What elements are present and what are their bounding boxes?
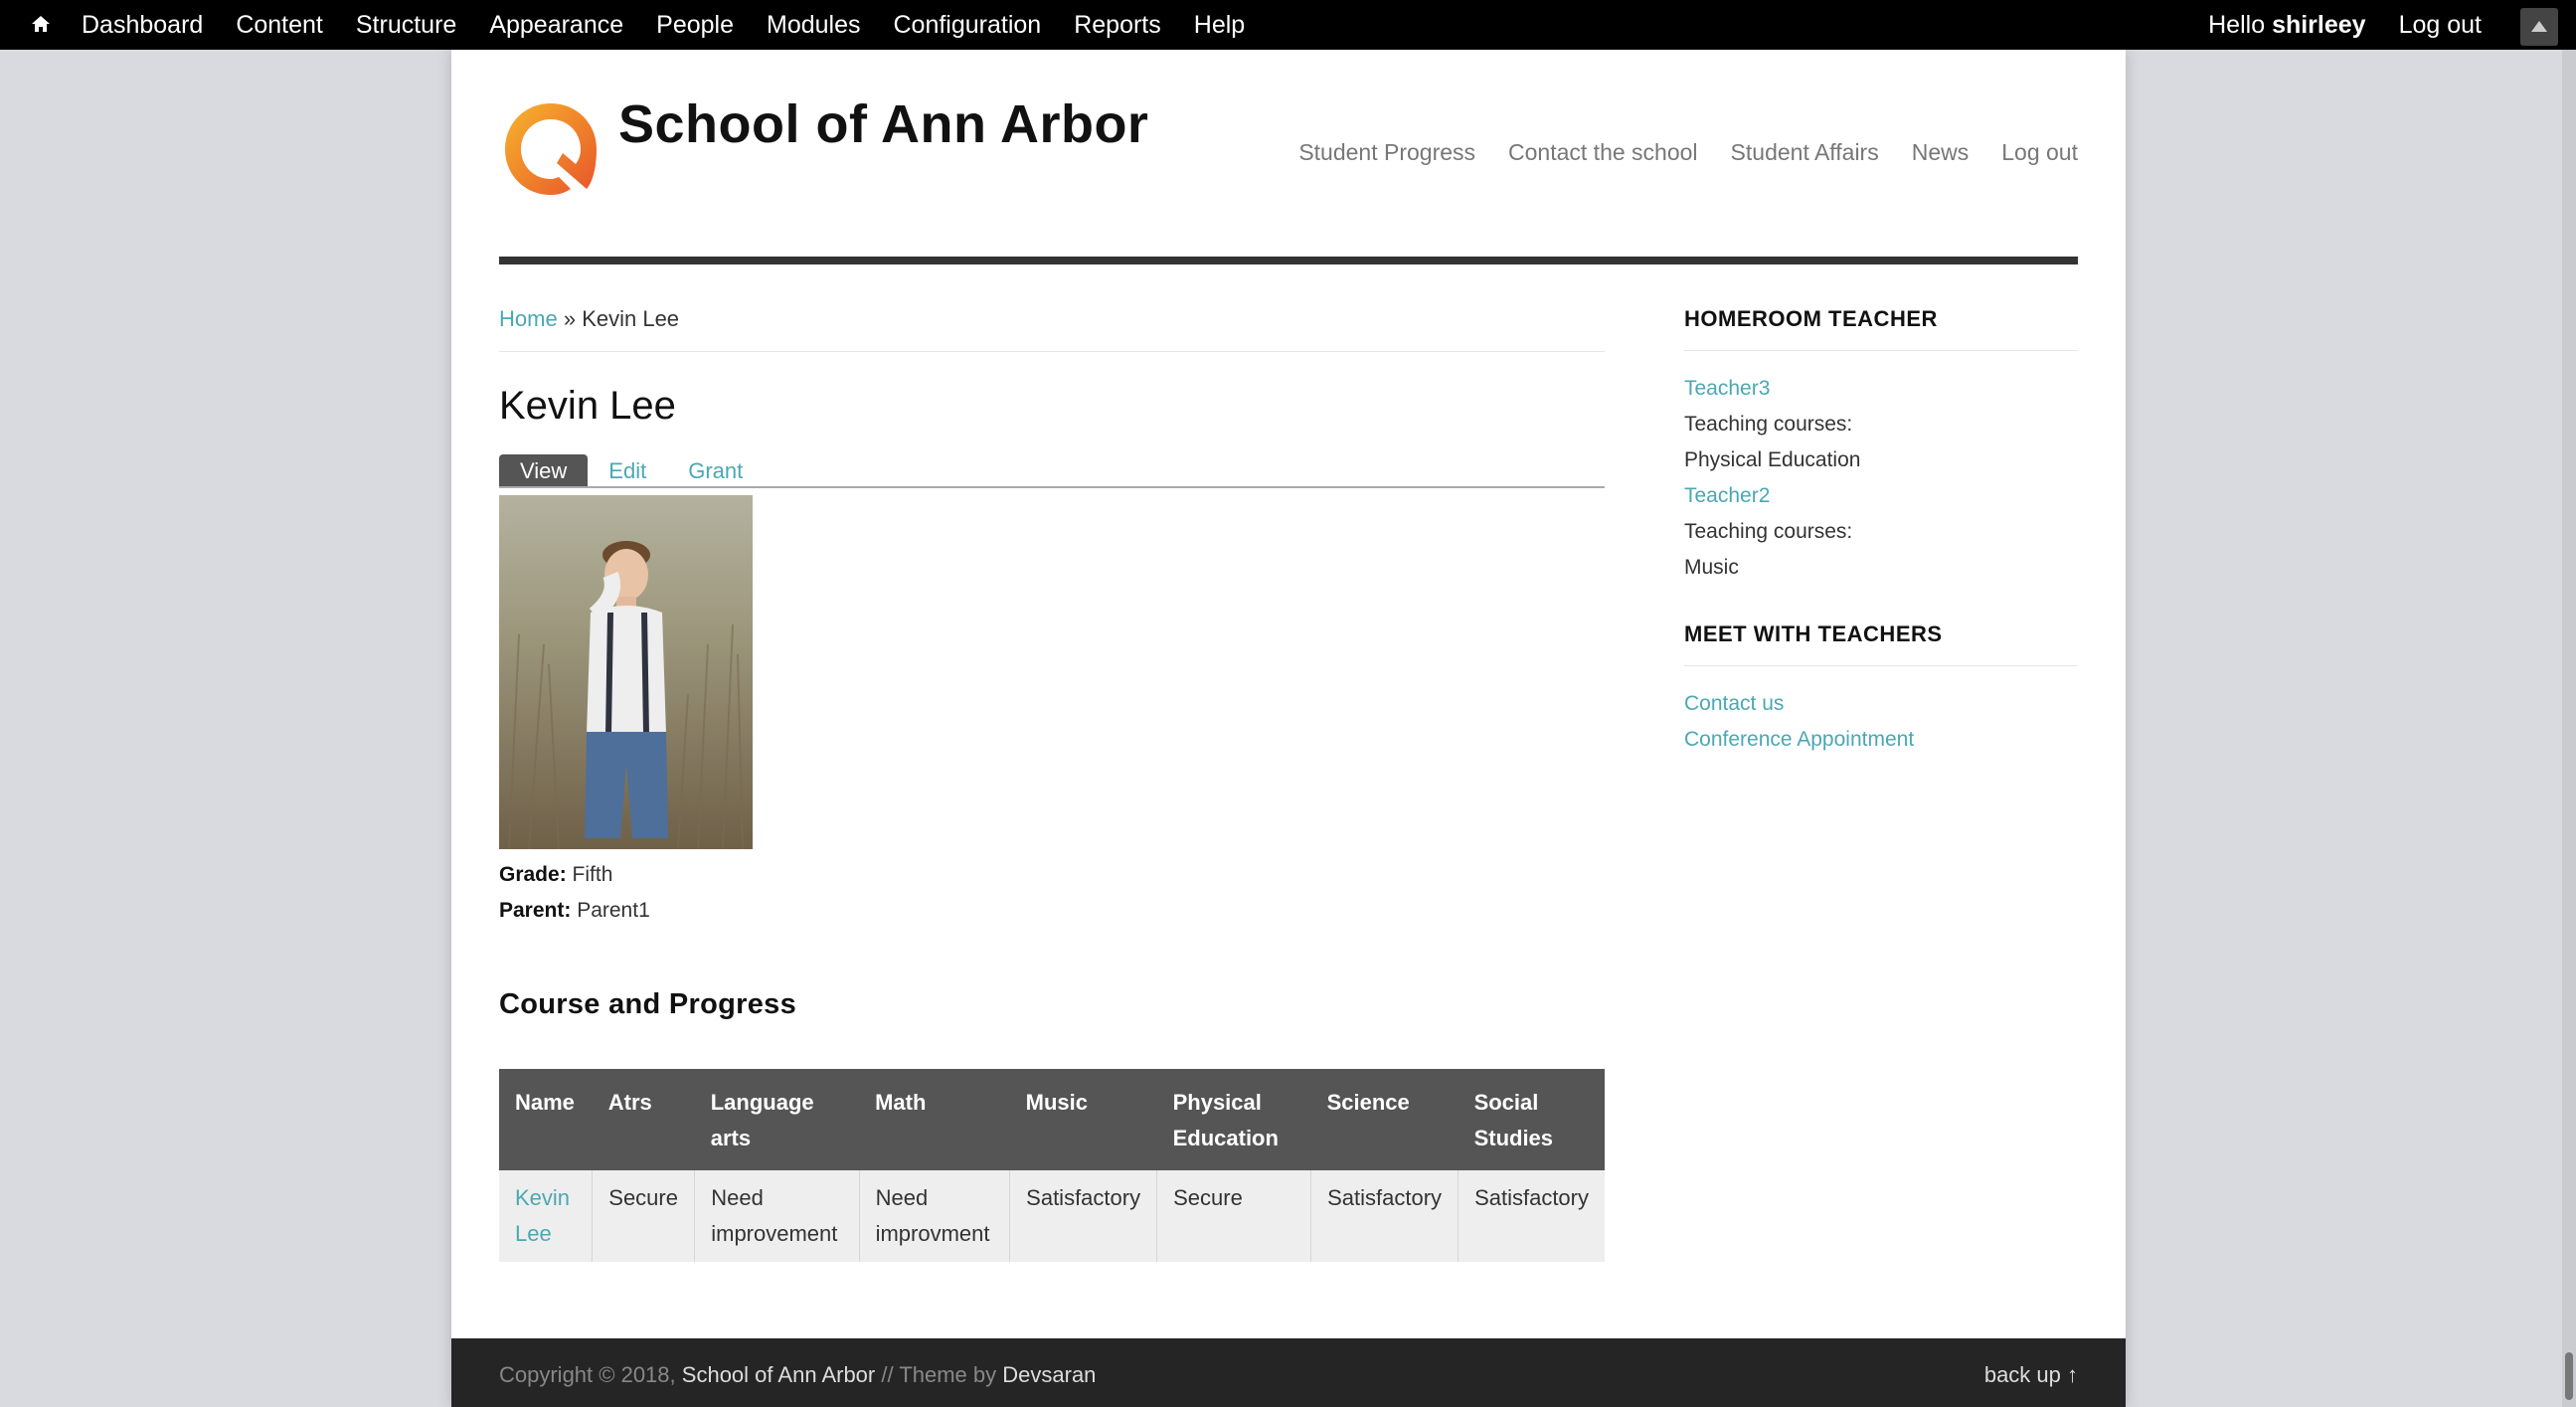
main-menu: Student Progress Contact the school Stud… <box>1266 139 2078 166</box>
column-header: Atrs <box>592 1069 695 1170</box>
breadcrumb-home-link[interactable]: Home <box>499 306 558 331</box>
meet-teachers-block: MEET WITH TEACHERS Contact us Conference… <box>1684 621 2078 758</box>
menu-student-affairs[interactable]: Student Affairs <box>1731 139 1879 166</box>
toolbar-item-content[interactable]: Content <box>236 11 323 40</box>
table-row: Kevin Lee Secure Need improvement Need i… <box>499 1170 1605 1262</box>
admin-toolbar: Dashboard Content Structure Appearance P… <box>0 0 2576 50</box>
column-header: Science <box>1310 1069 1459 1170</box>
toolbar-item-dashboard[interactable]: Dashboard <box>82 11 203 40</box>
student-parent: Parent: Parent1 <box>499 899 1605 923</box>
table-cell: Satisfactory <box>1009 1170 1158 1262</box>
toolbar-item-structure[interactable]: Structure <box>356 11 456 40</box>
student-photo-image <box>499 495 753 849</box>
sidebar: HOMEROOM TEACHER Teacher3 Teaching cours… <box>1684 306 2078 758</box>
homeroom-teacher-title: HOMEROOM TEACHER <box>1684 306 2078 351</box>
toolbar-item-help[interactable]: Help <box>1194 11 1245 40</box>
meet-teachers-title: MEET WITH TEACHERS <box>1684 621 2078 666</box>
breadcrumb: Home » Kevin Lee <box>499 306 1605 352</box>
copyright-text: Copyright © 2018, <box>499 1362 676 1387</box>
scrollbar-thumb[interactable] <box>2565 1352 2573 1400</box>
toolbar-item-configuration[interactable]: Configuration <box>894 11 1042 40</box>
teaching-courses-label: Teaching courses: <box>1684 520 1853 543</box>
footer-copyright: Copyright © 2018, School of Ann Arbor //… <box>499 1362 1096 1388</box>
hello-prefix: Hello <box>2208 10 2266 39</box>
menu-contact-school[interactable]: Contact the school <box>1508 139 1698 166</box>
school-logo-icon[interactable] <box>499 97 602 201</box>
shortcut-toggle-button[interactable] <box>2520 8 2558 46</box>
toolbar-logout-link[interactable]: Log out <box>2399 11 2482 40</box>
grade-value: Fifth <box>572 863 613 886</box>
table-header-row: Name Atrs Language arts Math Music Physi… <box>499 1069 1605 1170</box>
teacher-course: Physical Education <box>1684 448 1861 471</box>
hello-user: Hello shirleey <box>2208 11 2365 40</box>
teaching-courses-label: Teaching courses: <box>1684 413 1853 436</box>
node-tabs: View Edit Grant <box>499 454 1605 488</box>
table-cell: Secure <box>592 1170 696 1262</box>
table-cell: Need improvement <box>694 1170 860 1262</box>
main-content: Home » Kevin Lee Kevin Lee View Edit Gra… <box>499 306 1605 1262</box>
toolbar-menu: Dashboard Content Structure Appearance P… <box>82 0 1278 50</box>
toolbar-item-reports[interactable]: Reports <box>1074 11 1161 40</box>
caret-up-icon <box>2531 21 2547 32</box>
table-cell: Satisfactory <box>1310 1170 1460 1262</box>
table-cell: Kevin Lee <box>499 1170 594 1262</box>
home-icon[interactable] <box>30 13 52 35</box>
table-cell: Satisfactory <box>1458 1170 1605 1262</box>
table-cell: Need improvment <box>859 1170 1011 1262</box>
parent-value: Parent1 <box>577 899 650 922</box>
student-grade: Grade: Fifth <box>499 863 1605 887</box>
parent-label: Parent: <box>499 899 572 922</box>
toolbar-item-appearance[interactable]: Appearance <box>489 11 623 40</box>
theme-text: // Theme by <box>881 1362 997 1387</box>
header-divider <box>499 257 2078 264</box>
page-scrollbar[interactable] <box>2562 50 2576 1407</box>
menu-log-out[interactable]: Log out <box>2001 139 2078 166</box>
tab-view[interactable]: View <box>499 454 589 486</box>
username[interactable]: shirleey <box>2272 11 2366 39</box>
menu-news[interactable]: News <box>1912 139 1970 166</box>
column-header: Math <box>859 1069 1010 1170</box>
contact-us-link[interactable]: Contact us <box>1684 692 1784 715</box>
conference-appointment-link[interactable]: Conference Appointment <box>1684 728 1914 751</box>
homeroom-teacher-block: HOMEROOM TEACHER Teacher3 Teaching cours… <box>1684 306 2078 586</box>
breadcrumb-current: Kevin Lee <box>582 306 680 331</box>
table-cell: Secure <box>1156 1170 1312 1262</box>
tab-edit[interactable]: Edit <box>588 454 667 486</box>
footer-site-link[interactable]: School of Ann Arbor <box>682 1362 875 1387</box>
teacher-link[interactable]: Teacher2 <box>1684 484 1770 507</box>
menu-student-progress[interactable]: Student Progress <box>1298 139 1475 166</box>
column-header: Physical Education <box>1156 1069 1311 1170</box>
column-header: Name <box>499 1069 593 1170</box>
teacher-course: Music <box>1684 556 1739 579</box>
footer-theme-link[interactable]: Devsaran <box>1002 1362 1096 1387</box>
toolbar-item-people[interactable]: People <box>656 11 734 40</box>
column-header: Social Studies <box>1458 1069 1605 1170</box>
teacher-link[interactable]: Teacher3 <box>1684 377 1770 400</box>
breadcrumb-separator: » <box>563 306 577 331</box>
course-progress-title: Course and Progress <box>499 988 797 1020</box>
toolbar-item-modules[interactable]: Modules <box>767 11 861 40</box>
toolbar-user: Hello shirleey Log out <box>2208 0 2482 50</box>
column-header: Language arts <box>694 1069 860 1170</box>
page: School of Ann Arbor Student Progress Con… <box>451 50 2126 1407</box>
column-header: Music <box>1009 1069 1157 1170</box>
page-title: Kevin Lee <box>499 384 676 428</box>
grade-label: Grade: <box>499 863 567 886</box>
site-name[interactable]: School of Ann Arbor <box>618 93 1148 155</box>
student-photo <box>499 495 753 849</box>
student-name-link[interactable]: Kevin Lee <box>515 1185 570 1246</box>
course-progress-table: Name Atrs Language arts Math Music Physi… <box>499 1069 1605 1262</box>
footer: Copyright © 2018, School of Ann Arbor //… <box>451 1338 2126 1407</box>
tab-grant[interactable]: Grant <box>667 454 764 486</box>
back-up-link[interactable]: back up ↑ <box>1984 1362 2078 1388</box>
